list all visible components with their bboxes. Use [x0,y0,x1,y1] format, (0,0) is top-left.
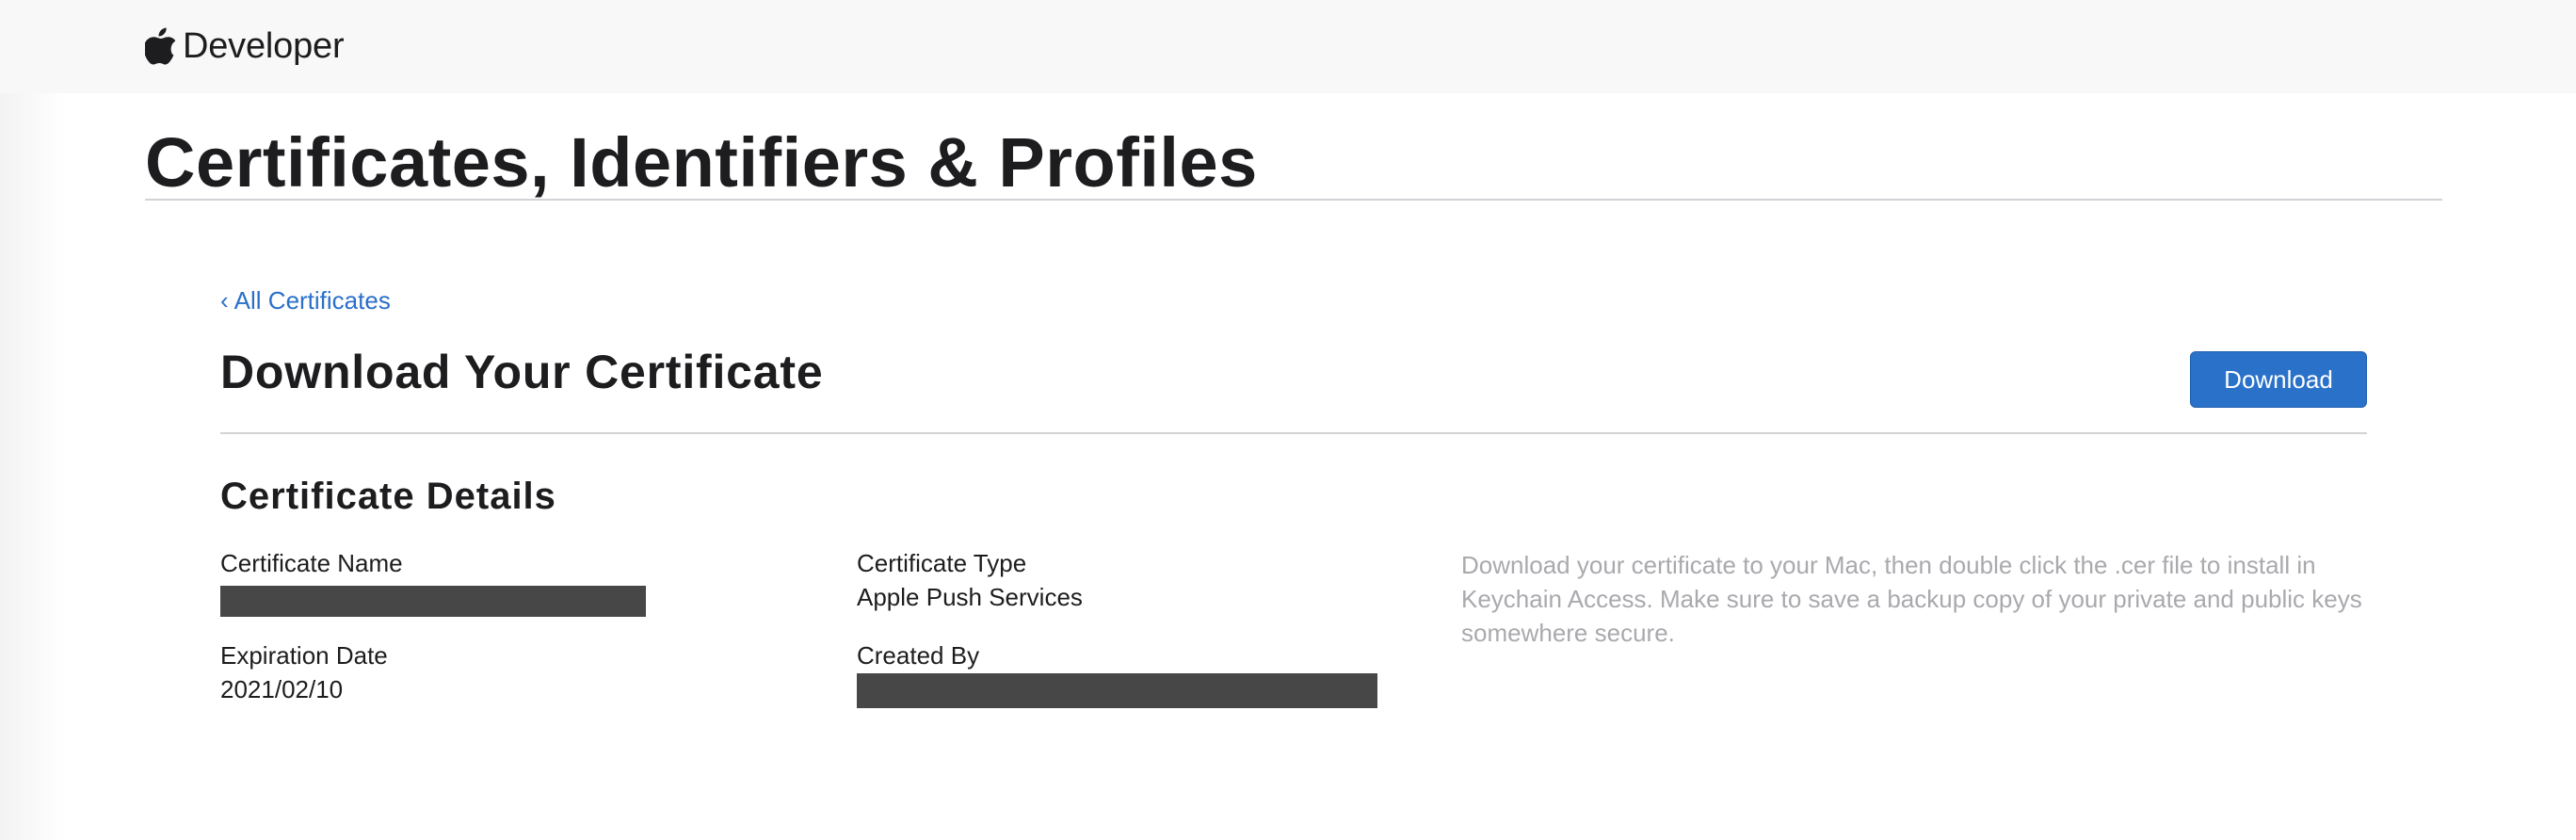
expiration-date-label: Expiration Date [220,641,388,670]
page-title: Certificates, Identifiers & Profiles [145,123,1258,202]
certificate-details-heading: Certificate Details [220,476,556,517]
certificate-name-label: Certificate Name [220,549,403,577]
chevron-left-icon: ‹ [220,286,229,315]
page: Developer Certificates, Identifiers & Pr… [0,0,2576,840]
back-link-label: All Certificates [233,286,391,315]
certificate-name-value-redacted [220,586,646,617]
download-button[interactable]: Download [2190,351,2367,408]
brand-text: Developer [183,25,345,66]
expiration-date-value: 2021/02/10 [220,675,344,703]
certificate-type-value: Apple Push Services [857,583,1083,611]
certificate-type-label: Certificate Type [857,549,1027,577]
top-nav-bar: Developer [0,0,2576,93]
created-by-label: Created By [857,641,980,670]
created-by-value-redacted [857,673,1377,708]
apple-logo-icon [143,27,176,65]
all-certificates-back-link[interactable]: ‹ All Certificates [220,284,391,316]
section-divider [220,432,2367,434]
section-title: Download Your Certificate [220,346,824,398]
download-help-text: Download your certificate to your Mac, t… [1461,551,2362,647]
title-divider [145,199,2442,201]
developer-home-link[interactable]: Developer [143,23,345,70]
